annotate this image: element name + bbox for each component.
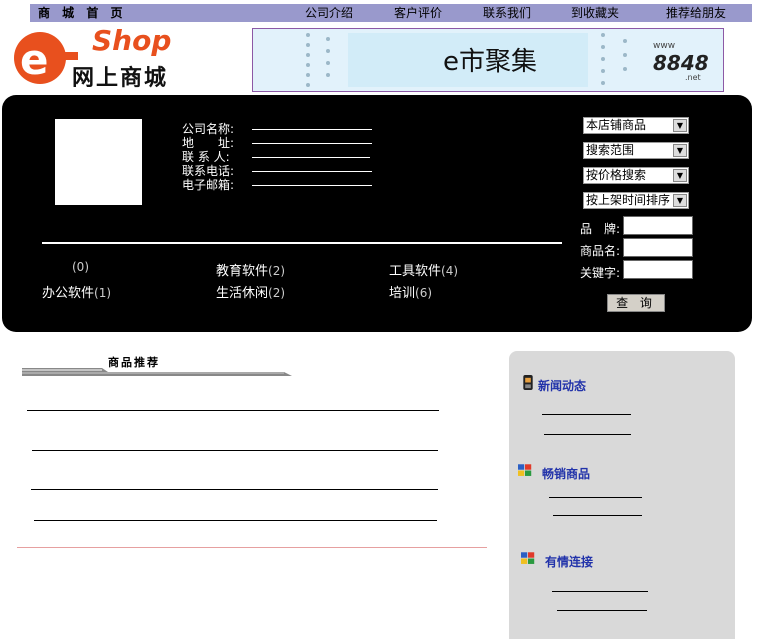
category-name: 教育软件 [216,264,269,279]
sidebar-bestseller-item[interactable] [549,497,642,498]
nav-recommend-link[interactable]: 推荐给朋友 [666,4,726,22]
sidebar-bestseller-item[interactable] [553,515,642,516]
category-link[interactable]: 办公软件(1) [42,282,111,301]
nav-reviews-link[interactable]: 客户评价 [394,4,442,22]
search-range-value: 搜索范围 [586,143,635,157]
nav-contact-link[interactable]: 联系我们 [483,4,531,22]
banner-8848-logo: www 8848 .net [653,39,713,82]
puzzle-icon [518,464,532,476]
shop-photo [55,119,142,205]
product-name-input[interactable] [623,238,693,257]
chevron-down-icon: ▼ [673,194,687,207]
recommend-row-line [31,489,438,490]
category-link[interactable]: (0) [72,260,89,275]
product-name-label: 商品名: [580,244,621,258]
section-divider [17,547,487,548]
category-name: 工具软件 [389,264,442,279]
chevron-down-icon: ▼ [673,169,687,182]
phone-label: 联系电话: [182,164,235,178]
sidebar-link-item[interactable] [552,591,648,592]
top-nav-bar: 商 城 首 页 公司介绍 客户评价 联系我们 到收藏夹 推荐给朋友 [30,4,752,22]
email-label: 电子邮箱: [182,178,235,192]
category-name: 生活休闲 [216,286,269,301]
address-value [252,143,372,144]
brand-label: 品 牌: [580,222,621,236]
sidebar [509,351,735,639]
sort-order-select[interactable]: 按上架时间排序 ▼ [583,192,689,209]
banner-net: .net [685,73,701,82]
recommend-title: 商品推荐 [108,356,160,369]
sidebar-bestsellers-title[interactable]: 畅销商品 [542,465,590,482]
phone-value [252,171,372,172]
recommend-row-line [34,520,437,521]
category-link[interactable]: 培训(6) [389,282,432,301]
sidebar-news-title[interactable]: 新闻动态 [538,377,586,394]
category-link[interactable]: 工具软件(4) [389,260,458,279]
category-count: (0) [72,260,89,274]
banner-ad[interactable]: e市聚集 www 8848 .net [252,28,724,92]
brand-input[interactable] [623,216,693,235]
sort-order-value: 按上架时间排序 [586,193,671,207]
nav-home-link[interactable]: 商 城 首 页 [38,4,127,22]
company-name-value [252,129,372,130]
price-search-select[interactable]: 按价格搜索 ▼ [583,167,689,184]
price-search-value: 按价格搜索 [586,168,647,182]
contact-person-label: 联 系 人: [182,150,230,164]
banner-www: www [653,41,676,51]
recommend-row-line [27,410,439,411]
query-button[interactable]: 查 询 [607,294,665,312]
chevron-down-icon: ▼ [673,119,687,132]
category-link[interactable]: 教育软件(2) [216,260,285,279]
store-scope-select[interactable]: 本店铺商品 ▼ [583,117,689,134]
category-name: 培训 [389,286,416,301]
category-link[interactable]: 生活休闲(2) [216,282,285,301]
keyword-label: 关键字: [580,266,621,280]
category-count: (6) [415,286,433,300]
search-range-select[interactable]: 搜索范围 ▼ [583,142,689,159]
shop-logo[interactable]: e Shop 网上商城 [12,24,188,92]
sidebar-link-item[interactable] [557,610,647,611]
company-name-label: 公司名称: [182,122,235,136]
mobile-phone-icon [523,375,533,390]
nav-favorite-link[interactable]: 到收藏夹 [571,4,619,22]
puzzle-icon [521,552,535,564]
address-label: 地 址: [182,136,235,150]
category-count: (1) [94,286,112,300]
sidebar-news-item[interactable] [542,414,631,415]
category-name: 办公软件 [42,286,95,301]
store-scope-value: 本店铺商品 [586,118,647,132]
svg-text:e: e [20,35,49,84]
recommend-row-line [32,450,438,451]
chevron-down-icon: ▼ [673,144,687,157]
keyword-input[interactable] [623,260,693,279]
category-count: (2) [268,286,286,300]
sidebar-links-title[interactable]: 有情连接 [545,553,593,570]
contact-person-value [252,157,370,158]
nav-about-link[interactable]: 公司介绍 [305,4,353,22]
logo-shop-text: Shop [92,24,172,57]
sidebar-news-item[interactable] [544,434,631,435]
logo-subtitle: 网上商城 [72,66,169,91]
category-count: (2) [268,264,286,278]
category-count: (4) [441,264,459,278]
email-value [252,185,372,186]
banner-title: e市聚集 [443,47,537,77]
panel-divider [42,242,562,244]
banner-8848: 8848 [653,51,709,75]
